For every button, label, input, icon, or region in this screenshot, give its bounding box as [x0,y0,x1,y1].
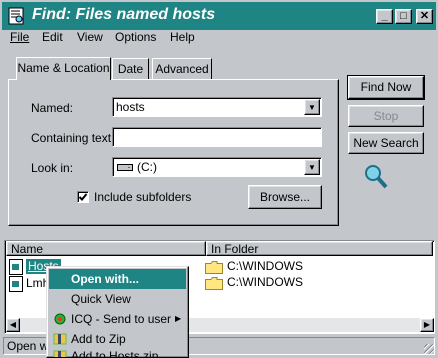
menu-file[interactable]: File [10,30,29,44]
named-value: hosts [116,100,145,114]
column-header-in-folder[interactable]: In Folder [206,241,433,256]
look-in-label: Look in: [31,161,74,175]
context-open-with[interactable]: Open with... [49,269,186,289]
submenu-arrow-icon: ▶ [175,314,182,323]
menu-options[interactable]: Options [115,30,156,44]
maximize-button[interactable]: □ [395,9,412,24]
chevron-down-icon[interactable]: ▼ [304,159,320,175]
status-text: Open wi [7,339,52,353]
context-add-to-zip[interactable]: Add to Zip [49,329,186,349]
context-add-to-hosts-zip[interactable]: Add to Hosts.zip [49,349,186,357]
scroll-right-icon[interactable]: ▶ [420,318,434,332]
tab-advanced[interactable]: Advanced [152,58,212,79]
folder-icon [205,261,223,274]
containing-text-field[interactable] [112,127,322,147]
browse-button[interactable]: Browse... [248,185,322,209]
column-header-name[interactable]: Name [6,241,206,256]
find-app-icon [8,7,24,25]
menu-edit[interactable]: Edit [42,30,63,44]
title-bar[interactable]: Find: Files named hosts _ □ ✕ [2,2,436,30]
tab-name-location[interactable]: Name & Location [16,57,111,80]
named-field[interactable]: hosts ▼ [112,97,322,117]
containing-text-label: Containing text: [31,131,115,145]
include-subfolders-checkbox[interactable] [77,191,89,203]
look-in-value: (C:) [137,160,157,174]
include-subfolders-label: Include subfolders [94,190,192,204]
zip-icon [53,350,67,357]
context-icq-send[interactable]: ICQ - Send to user ▶ [49,309,186,329]
drive-icon [117,164,133,171]
context-menu: Open with... Quick View ICQ - Send to us… [46,266,189,358]
file-icon [9,259,23,275]
chevron-down-icon[interactable]: ▼ [304,99,320,115]
file-icon [9,276,23,292]
scroll-left-icon[interactable]: ◀ [6,318,20,332]
look-in-field[interactable]: (C:) ▼ [112,157,322,177]
icq-icon [54,313,66,325]
menu-help[interactable]: Help [170,30,195,44]
context-quick-view[interactable]: Quick View [49,289,186,309]
resize-grip[interactable] [424,344,434,354]
close-button[interactable]: ✕ [416,9,433,24]
checkmark-icon [78,193,88,201]
zip-icon [53,333,67,345]
result-folder: C:\WINDOWS [227,275,303,289]
new-search-button[interactable]: New Search [348,132,424,154]
menu-view[interactable]: View [77,30,103,44]
named-label: Named: [31,101,74,115]
folder-icon [205,277,223,290]
tab-date[interactable]: Date [112,58,149,79]
stop-button[interactable]: Stop [348,105,424,127]
window-title: Find: Files named hosts [32,6,216,23]
result-folder: C:\WINDOWS [227,259,303,273]
minimize-button[interactable]: _ [376,9,393,24]
find-now-button[interactable]: Find Now [347,75,425,100]
magnifier-icon [365,165,388,189]
